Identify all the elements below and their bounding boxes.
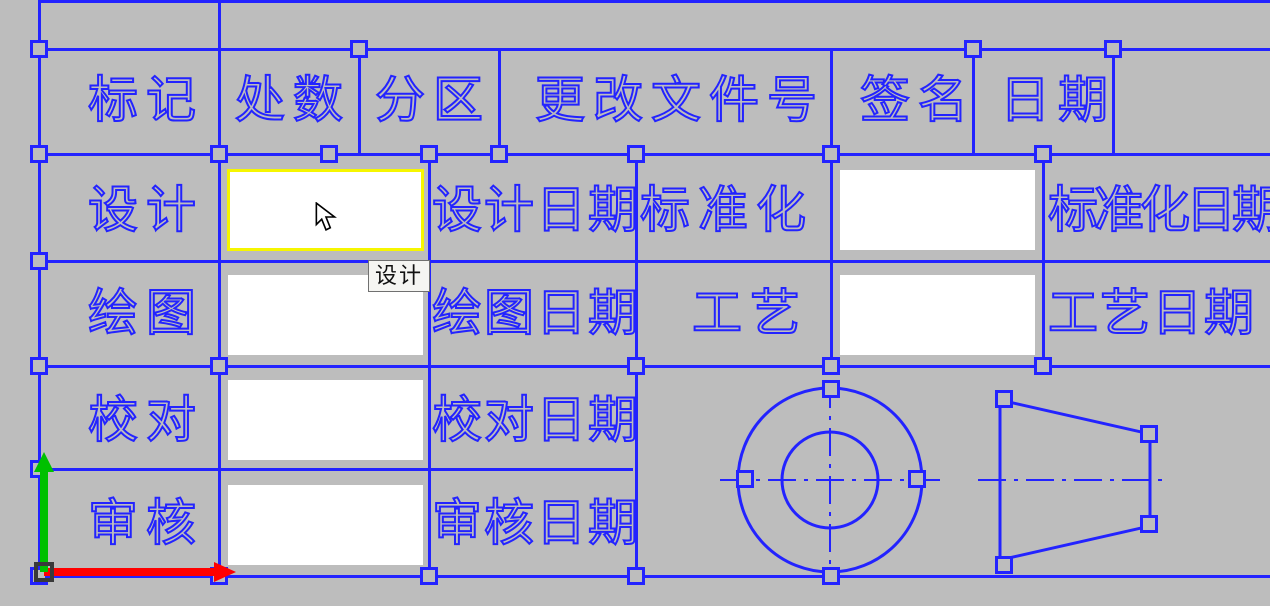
selection-grip[interactable] — [822, 145, 840, 163]
selection-grip[interactable] — [908, 470, 926, 488]
ucs-axis-icon — [24, 452, 244, 592]
tooltip: 设计 — [368, 260, 430, 292]
table-line — [830, 48, 833, 366]
row-label-check: 校对 — [88, 395, 204, 445]
selection-grip[interactable] — [210, 145, 228, 163]
field-standard-name[interactable] — [840, 170, 1035, 250]
table-line — [1042, 153, 1045, 368]
field-process-name[interactable] — [840, 275, 1035, 355]
table-line — [498, 48, 501, 156]
field-review-name[interactable] — [228, 485, 423, 565]
header-label-sign: 签名 — [860, 75, 976, 125]
selection-grip[interactable] — [420, 567, 438, 585]
selection-grip[interactable] — [627, 357, 645, 375]
selection-grip[interactable] — [320, 145, 338, 163]
header-label-zone: 分区 — [375, 75, 491, 125]
table-line — [38, 260, 1270, 263]
selection-grip[interactable] — [1140, 425, 1158, 443]
row-label-process: 工艺 — [692, 288, 808, 338]
selection-grip[interactable] — [210, 357, 228, 375]
selection-grip[interactable] — [736, 470, 754, 488]
selection-grip[interactable] — [995, 556, 1013, 574]
selection-grip[interactable] — [490, 145, 508, 163]
table-line — [38, 48, 1270, 51]
table-line — [428, 153, 431, 578]
row-label-standard: 标准化 — [640, 185, 814, 235]
selection-grip[interactable] — [30, 357, 48, 375]
selection-grip[interactable] — [1140, 515, 1158, 533]
row-date-design: 设计日期 — [432, 185, 640, 235]
selection-grip[interactable] — [1034, 357, 1052, 375]
selection-grip[interactable] — [1034, 145, 1052, 163]
field-check-name[interactable] — [228, 380, 423, 460]
row-label-draw: 绘图 — [88, 288, 204, 338]
selection-grip[interactable] — [822, 380, 840, 398]
selection-grip[interactable] — [822, 357, 840, 375]
cad-canvas[interactable]: 标记 处数 分区 更改文件号 签名 日期 设计 设计日期 标准化 标准化日期 绘… — [0, 0, 1270, 606]
selection-grip[interactable] — [995, 390, 1013, 408]
selection-grip[interactable] — [30, 40, 48, 58]
selection-grip[interactable] — [30, 145, 48, 163]
selection-grip[interactable] — [30, 252, 48, 270]
selection-grip[interactable] — [822, 567, 840, 585]
table-line — [358, 48, 361, 156]
table-line — [38, 0, 1270, 3]
row-date-review: 审核日期 — [432, 498, 640, 548]
selection-grip[interactable] — [627, 145, 645, 163]
row-date-draw: 绘图日期 — [432, 288, 640, 338]
row-date-process: 工艺日期 — [1048, 288, 1256, 338]
selection-grip[interactable] — [964, 40, 982, 58]
header-label-change-no: 更改文件号 — [535, 75, 825, 125]
header-label-mark: 标记 — [88, 75, 204, 125]
selection-grip[interactable] — [350, 40, 368, 58]
mouse-cursor-icon — [314, 202, 338, 232]
row-label-design: 设计 — [88, 185, 204, 235]
selection-grip[interactable] — [627, 567, 645, 585]
row-date-check: 校对日期 — [432, 395, 640, 445]
row-date-standard: 标准化日期 — [1048, 185, 1270, 235]
selection-grip[interactable] — [1104, 40, 1122, 58]
selection-grip[interactable] — [420, 145, 438, 163]
header-label-count: 处数 — [235, 75, 351, 125]
header-label-date: 日期 — [1000, 75, 1116, 125]
